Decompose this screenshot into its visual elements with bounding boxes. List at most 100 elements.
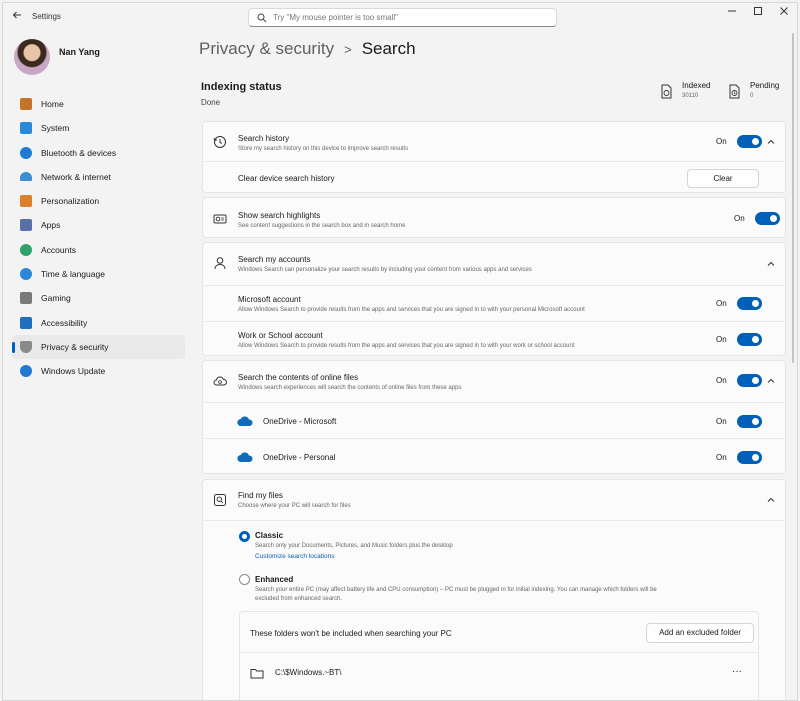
sidebar-item-time-language[interactable]: Time & language (12, 262, 185, 286)
find-my-files-options: Classic Search only your Documents, Pict… (203, 520, 785, 700)
toggle-state-label: On (734, 214, 745, 223)
search-icon (257, 13, 267, 22)
breadcrumb: Privacy & security > Search (199, 39, 416, 59)
sidebar-item-windows-update[interactable]: Windows Update (12, 359, 185, 383)
sidebar-item-label: Privacy & security (41, 341, 109, 352)
sidebar-item-privacy-security[interactable]: Privacy & security (12, 334, 185, 359)
onedrive-microsoft-toggle[interactable] (736, 415, 762, 428)
online-files-toggle[interactable] (736, 374, 762, 387)
close-button[interactable] (772, 6, 796, 20)
more-options-icon[interactable]: ··· (732, 666, 742, 677)
customize-locations-link[interactable]: Customize search locations (255, 553, 334, 560)
toggle-state-label: On (716, 137, 727, 146)
sidebar-item-apps[interactable]: Apps (12, 213, 185, 237)
sidebar-item-personalization[interactable]: Personalization (12, 189, 185, 213)
onedrive-microsoft-row: OneDrive - Microsoft On (203, 402, 785, 438)
minimize-icon (728, 10, 736, 12)
search-highlights-subtitle: See content suggestions in the search bo… (238, 223, 406, 229)
sidebar-item-accessibility[interactable]: Accessibility (12, 311, 185, 335)
find-my-files-subtitle: Choose where your PC will search for fil… (238, 503, 351, 509)
sidebar-item-bluetooth-devices[interactable]: Bluetooth & devices (12, 141, 185, 165)
clear-history-button[interactable]: Clear (687, 169, 759, 188)
person-icon (214, 257, 226, 270)
update-icon (20, 365, 32, 378)
person-icon (20, 243, 32, 256)
sidebar-item-label: Apps (41, 220, 61, 231)
find-my-files-row[interactable]: Find my files Choose where your PC will … (203, 480, 785, 520)
excluded-folder-path: C:\$Windows.~BT\ (275, 668, 342, 677)
classic-subtitle: Search only your Documents, Pictures, an… (255, 543, 453, 549)
system-icon (20, 122, 32, 135)
work-account-subtitle: Allow Windows Search to provide results … (238, 343, 575, 349)
microsoft-account-toggle-wrap: On (716, 297, 762, 310)
search-highlights-toggle[interactable] (754, 212, 780, 225)
search-input[interactable] (273, 13, 533, 22)
enhanced-radio[interactable] (239, 574, 250, 585)
sidebar-item-system[interactable]: System (12, 116, 185, 140)
work-account-toggle[interactable] (736, 333, 762, 346)
globe-clock-icon (20, 268, 32, 281)
cloud-search-icon (213, 376, 227, 386)
search-history-toggle[interactable] (736, 135, 762, 148)
home-icon (20, 98, 32, 110)
back-arrow-icon (12, 11, 21, 19)
chevron-up-icon[interactable] (765, 258, 777, 270)
search-highlights-toggle-wrap: On (734, 212, 780, 225)
microsoft-account-toggle[interactable] (736, 297, 762, 310)
avatar (14, 39, 50, 75)
onedrive-personal-toggle-wrap: On (716, 451, 762, 464)
apps-icon (20, 219, 32, 232)
history-icon (213, 136, 226, 148)
back-button[interactable] (9, 9, 25, 25)
enhanced-title: Enhanced (255, 575, 294, 584)
enhanced-subtitle-line2: excluded from enhanced search. (255, 596, 343, 602)
onedrive-personal-toggle[interactable] (736, 451, 762, 464)
chevron-up-icon[interactable] (765, 136, 777, 148)
shield-icon (20, 340, 32, 353)
sidebar-item-home[interactable]: Home (12, 92, 185, 116)
add-excluded-folder-button[interactable]: Add an excluded folder (646, 623, 754, 643)
search-accounts-row[interactable]: Search my accounts Windows Search can pe… (203, 243, 785, 285)
profile-name: Nan Yang (59, 47, 100, 57)
onedrive-icon (237, 416, 253, 426)
pending-label: Pending (750, 81, 780, 90)
classic-title: Classic (255, 531, 284, 540)
search-highlights-row[interactable]: Show search highlights See content sugge… (203, 198, 785, 239)
search-box[interactable] (248, 8, 557, 27)
online-files-toggle-wrap: On (716, 374, 762, 387)
toggle-state-label: On (716, 376, 727, 385)
classic-radio[interactable] (239, 531, 250, 542)
search-history-toggle-wrap: On (716, 135, 762, 148)
sidebar-item-accounts[interactable]: Accounts (12, 238, 185, 262)
online-files-title: Search the contents of online files (238, 373, 359, 382)
chevron-up-icon[interactable] (765, 494, 777, 506)
breadcrumb-parent[interactable]: Privacy & security (199, 39, 334, 59)
online-files-row[interactable]: Search the contents of online files Wind… (203, 361, 785, 402)
toggle-state-label: On (716, 417, 727, 426)
excluded-folders-label: These folders won't be included when sea… (250, 629, 452, 638)
microsoft-account-row: Microsoft account Allow Windows Search t… (203, 285, 785, 321)
sidebar-item-label: Network & internet (41, 171, 111, 182)
chevron-up-icon[interactable] (765, 375, 777, 387)
search-highlights-title: Show search highlights (238, 211, 321, 220)
app-title: Settings (32, 12, 61, 21)
indexing-status-value: Done (201, 98, 221, 107)
sidebar-item-gaming[interactable]: Gaming (12, 286, 185, 310)
settings-window: Settings Nan Yang Home System Bluetooth & … (2, 2, 798, 701)
search-history-row[interactable]: Search history Store my search history o… (203, 122, 785, 161)
bluetooth-icon (20, 146, 32, 159)
onedrive-personal-row: OneDrive - Personal On (203, 438, 785, 475)
excluded-folders-box: These folders won't be included when sea… (239, 611, 759, 700)
onedrive-microsoft-toggle-wrap: On (716, 415, 762, 428)
sidebar-item-label: Accessibility (41, 317, 88, 328)
scrollbar[interactable] (792, 33, 794, 363)
sidebar-item-network-internet[interactable]: Network & internet (12, 165, 185, 189)
onedrive-microsoft-label: OneDrive - Microsoft (263, 417, 337, 426)
excluded-folder-row: C:\$Windows.~BT\ ··· (240, 652, 758, 700)
maximize-button[interactable] (746, 6, 770, 20)
work-account-title: Work or School account (238, 331, 323, 340)
minimize-button[interactable] (720, 6, 744, 20)
clear-history-row: Clear device search history Clear (203, 161, 785, 194)
search-highlights-card: Show search highlights See content sugge… (202, 197, 786, 238)
search-history-card: Search history Store my search history o… (202, 121, 786, 193)
